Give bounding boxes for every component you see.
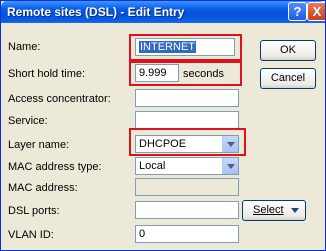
short-hold-input[interactable]: 9.999 (135, 64, 179, 82)
chevron-down-icon[interactable] (222, 136, 238, 152)
mac-type-value: Local (139, 160, 166, 172)
vlan-id-label: VLAN ID: (8, 229, 54, 241)
layer-name-label: Layer name: (8, 139, 70, 151)
mac-address-input[interactable] (135, 178, 239, 196)
chevron-down-icon[interactable] (222, 158, 238, 174)
ok-button[interactable]: OK (260, 40, 316, 61)
seconds-unit-label: seconds (183, 68, 224, 80)
service-label: Service: (8, 115, 48, 127)
cancel-button[interactable]: Cancel (260, 68, 316, 89)
mac-type-label: MAC address type: (8, 161, 102, 173)
access-concentrator-label: Access concentrator: (8, 93, 111, 105)
layer-name-value: DHCPOE (139, 138, 187, 150)
service-input[interactable] (135, 111, 239, 129)
dsl-ports-select-button[interactable]: Select (242, 200, 306, 221)
short-hold-label: Short hold time: (8, 68, 86, 80)
name-value: INTERNET (139, 41, 196, 53)
chevron-down-icon (291, 208, 299, 213)
help-icon[interactable]: ? (288, 2, 307, 21)
vlan-id-input[interactable]: 0 (135, 225, 239, 243)
access-concentrator-input[interactable] (135, 89, 239, 107)
name-label: Name: (8, 41, 41, 53)
name-input[interactable]: INTERNET (135, 38, 235, 56)
window-title: Remote sites (DSL) - Edit Entry (7, 5, 185, 19)
mac-type-select[interactable]: Local (135, 157, 239, 175)
select-button-label: Select (253, 204, 284, 216)
dsl-ports-input[interactable] (135, 201, 239, 219)
layer-name-select[interactable]: DHCPOE (135, 135, 239, 153)
edit-entry-dialog: Remote sites (DSL) - Edit Entry ? X Name… (0, 0, 326, 251)
close-icon[interactable]: X (307, 2, 325, 21)
title-bar[interactable]: Remote sites (DSL) - Edit Entry ? X (1, 1, 325, 23)
mac-address-label: MAC address: (8, 182, 78, 194)
dsl-ports-label: DSL ports: (8, 205, 60, 217)
